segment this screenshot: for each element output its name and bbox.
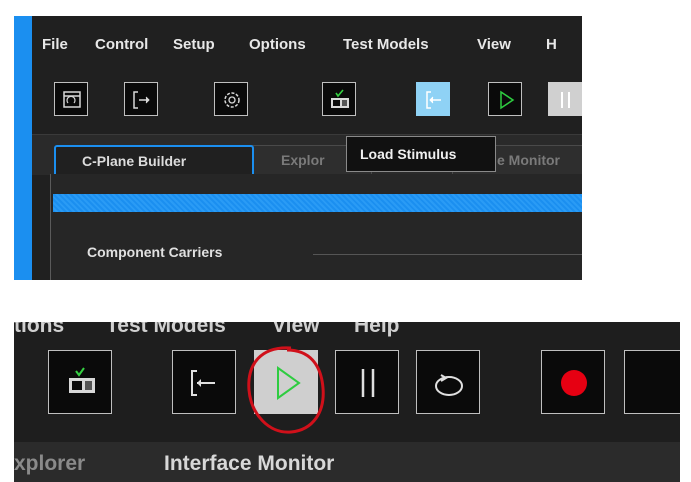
load-stimulus-tooltip: Load Stimulus xyxy=(346,136,496,172)
play-icon xyxy=(500,90,515,110)
window-content: File Control Setup Options Test Models V… xyxy=(32,16,582,280)
menu-control[interactable]: Control xyxy=(95,36,148,53)
exit-button[interactable] xyxy=(124,82,158,116)
menu-view[interactable]: View xyxy=(477,36,511,53)
open-folder-icon xyxy=(63,91,81,108)
load-stimulus-button[interactable] xyxy=(172,350,236,414)
toolbar-button-partial[interactable] xyxy=(624,350,680,414)
panel-header-bar xyxy=(53,194,582,212)
tab-cplane-builder[interactable]: C-Plane Builder xyxy=(54,145,254,177)
menu-file[interactable]: File xyxy=(42,36,68,53)
tab-interface-monitor[interactable]: Interface Monitor xyxy=(164,452,334,476)
loop-button[interactable] xyxy=(416,350,480,414)
menu-view[interactable]: View xyxy=(272,322,319,338)
load-stimulus-icon xyxy=(191,370,215,396)
pause-icon xyxy=(361,369,375,397)
menu-help[interactable]: H xyxy=(546,36,557,53)
menu-options[interactable]: Options xyxy=(249,36,306,53)
menu-help[interactable]: Help xyxy=(354,322,400,338)
settings-button[interactable] xyxy=(214,82,248,116)
pause-button[interactable] xyxy=(335,350,399,414)
load-stimulus-icon xyxy=(426,91,441,109)
instrument-check-button[interactable] xyxy=(48,350,112,414)
tab-explorer[interactable]: xplorer xyxy=(14,452,85,476)
open-button[interactable] xyxy=(54,82,88,116)
cplane-builder-panel: Component Carriers xyxy=(50,174,582,280)
window-edge-highlight xyxy=(14,16,32,280)
component-carriers-heading: Component Carriers xyxy=(87,244,223,260)
zoomed-tab-strip: xplorer Interface Monitor xyxy=(14,442,680,482)
instrument-check-button[interactable] xyxy=(322,82,356,116)
exit-icon xyxy=(133,91,150,109)
annotation-circle xyxy=(247,346,325,434)
menu-setup[interactable]: Setup xyxy=(173,36,215,53)
menu-test-models[interactable]: Test Models xyxy=(106,322,226,338)
section-divider xyxy=(313,254,582,255)
loop-icon xyxy=(435,374,463,396)
play-button[interactable] xyxy=(488,82,522,116)
menu-options[interactable]: tions xyxy=(14,322,64,338)
gear-icon xyxy=(224,92,240,108)
main-window: File Control Setup Options Test Models V… xyxy=(14,16,582,280)
record-icon xyxy=(561,370,587,396)
pause-button[interactable] xyxy=(548,82,582,116)
record-button[interactable] xyxy=(541,350,605,414)
menu-test-models[interactable]: Test Models xyxy=(343,36,429,53)
instrument-check-icon xyxy=(69,367,95,393)
zoomed-toolbar-view: tions Test Models View Help xplorer Inte… xyxy=(14,322,680,482)
instrument-check-icon xyxy=(331,89,349,108)
tab-strip: Explor e Monitor C-Plane Builder xyxy=(32,134,582,177)
pause-icon xyxy=(561,92,570,108)
load-stimulus-button[interactable] xyxy=(416,82,450,116)
